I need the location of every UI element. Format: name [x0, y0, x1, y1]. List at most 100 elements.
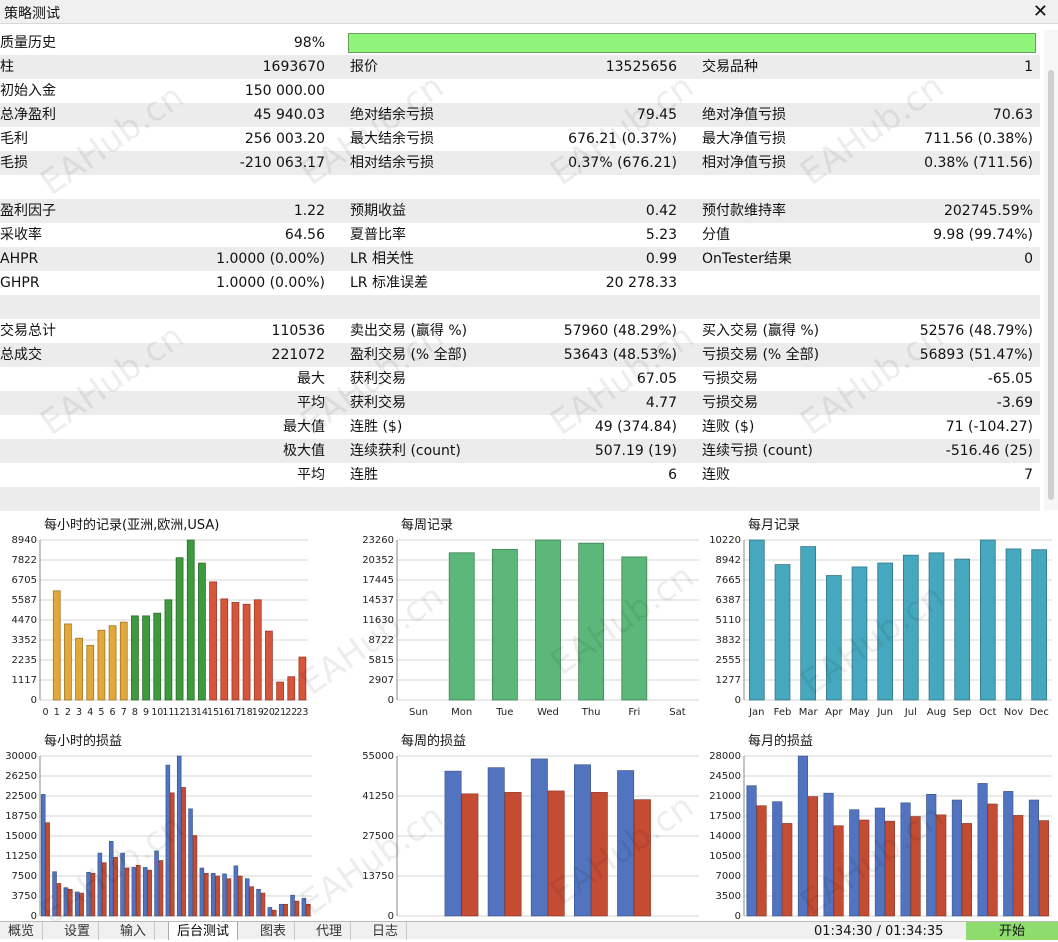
stat-value: 0.38% (711.56) — [924, 155, 1033, 171]
y-tick-label: 11630 — [362, 615, 394, 626]
x-tick-label: Tue — [495, 707, 513, 718]
bar — [97, 852, 103, 917]
bar — [131, 867, 137, 917]
history-quality-bar — [348, 33, 1036, 53]
stat-value: 0.37% (676.21) — [568, 155, 677, 171]
x-tick-label: 4 — [87, 707, 93, 718]
stat-value: 70.63 — [992, 107, 1033, 123]
stat-value: 64.56 — [284, 227, 325, 243]
x-tick-label: Sep — [953, 707, 972, 718]
stats-row: 盈利因子 1.22 预期收益 0.42 预付款维持率 202745.59% — [0, 199, 1040, 223]
y-tick-label: 27500 — [362, 831, 394, 842]
y-tick-label: 0 — [31, 695, 37, 706]
stat-value: 0.42 — [645, 203, 677, 219]
stat-label: 盈利因子 — [0, 203, 56, 219]
bar — [119, 621, 128, 701]
stats-row: 极大值 连续获利 (count) 507.19 (19) 连续亏损 (count) -5… — [0, 439, 1040, 463]
y-tick-label: 7822 — [12, 555, 37, 566]
stats-row: 最大 获利交易 67.05 亏损交易 -65.05 — [0, 367, 1040, 391]
stats-row: 最大值 连胜 ($) 49 (374.84) 连败 ($) 71 (-104.27) — [0, 415, 1040, 439]
y-tick-label: 26250 — [5, 771, 37, 782]
bar — [748, 539, 765, 701]
bottom-tabs: 01:34:30 / 01:34:35 开始 概览 设置 输入 后台测试 图表 代理 日志 — [0, 921, 1058, 940]
bar — [210, 873, 216, 917]
y-tick-label: 7500 — [12, 871, 37, 882]
stats-table: 质量历史 98% 柱 1693670 报价 13525656 交易品种 1 初始入金 150 00… — [0, 31, 1040, 511]
stat-label: 卖出交易 (赢得 %) — [350, 323, 468, 339]
chart-1: 每小时的记录(亚洲,欧洲,USA) 0 1117 2235 3352 4470 5587 67… — [0, 508, 352, 718]
stat-label: 最大结余亏损 — [350, 131, 434, 147]
y-tick-label: 1117 — [12, 675, 37, 686]
bar — [877, 562, 894, 701]
y-tick-label: 2907 — [369, 675, 394, 686]
bar — [884, 820, 895, 917]
bar — [153, 612, 162, 701]
bar — [120, 852, 125, 917]
chart-4: 每小时的损益 0 3750 7500 11250 15000 18750 22500 26250… — [0, 724, 352, 934]
stat-label: 采收率 — [0, 227, 42, 243]
bar — [1038, 820, 1049, 917]
tab-0[interactable]: 概览 — [0, 922, 44, 940]
stat-label: 相对结余亏损 — [350, 155, 434, 171]
bar — [306, 903, 311, 917]
chart-svg: 0 1277 2555 3832 5110 6387 7665 8942 10220 Jan Feb… — [709, 535, 1052, 718]
tab-6[interactable]: 日志 — [364, 922, 408, 940]
bar — [158, 860, 164, 917]
bar — [272, 909, 277, 917]
stat-label: 连胜 ($) — [350, 419, 403, 435]
bar — [290, 894, 295, 917]
bar — [535, 539, 561, 701]
bar — [283, 903, 288, 917]
tab-1[interactable]: 设置 — [56, 922, 100, 940]
start-button[interactable]: 开始 — [966, 922, 1058, 940]
stat-value: -210 063.17 — [239, 155, 325, 171]
x-tick-label: 8 — [132, 707, 138, 718]
bar — [926, 793, 937, 917]
stats-row: 质量历史 98% — [0, 31, 1040, 55]
stat-label: 亏损交易 (% 全部) — [702, 347, 820, 363]
chart-svg: 035007000105001400017500210002450028000J… — [709, 751, 1052, 934]
y-tick-label: 13750 — [362, 871, 394, 882]
tab-4[interactable]: 图表 — [252, 922, 296, 940]
close-icon[interactable]: ✕ — [1033, 1, 1048, 22]
chart-3: 每月记录 0 1277 2555 3832 5110 6387 7665 8942 10220 Ja… — [704, 508, 1058, 718]
y-tick-label: 17445 — [362, 575, 394, 586]
tab-2[interactable]: 输入 — [112, 922, 156, 940]
bar — [226, 878, 232, 917]
stat-value: 1693670 — [262, 59, 325, 75]
bar — [231, 602, 240, 701]
bar — [265, 630, 273, 701]
scrollbar[interactable] — [1044, 30, 1058, 510]
stat-label: 总净盈利 — [0, 107, 56, 123]
stat-value: 49 (374.84) — [594, 419, 677, 435]
x-tick-label: Aug — [927, 707, 947, 718]
bar — [260, 892, 266, 917]
bar — [204, 873, 209, 917]
bar — [461, 793, 479, 917]
bar — [242, 603, 251, 701]
stat-value: 221072 — [271, 347, 325, 363]
bar — [807, 796, 818, 917]
y-tick-label: 0 — [388, 695, 394, 706]
chart-svg: 0111722353352447055876705782289400 1 2 3 4 5 6… — [12, 535, 309, 718]
stat-value: 平均 — [297, 467, 325, 483]
bar — [192, 835, 198, 917]
stat-value: 13525656 — [605, 59, 677, 75]
stats-row: AHPR 1.0000 (0.00%) LR 相关性 0.99 OnTester结果 0 — [0, 247, 1040, 271]
tab-3[interactable]: 后台测试 — [168, 922, 239, 940]
y-tick-label: 8722 — [369, 635, 394, 646]
stat-label: 亏损交易 — [702, 395, 758, 411]
elapsed-time: 01:34:30 / 01:34:35 — [814, 924, 944, 939]
bar — [574, 764, 591, 917]
chart-2: 每周记录 0 2907 5815 8722 11630 14537 17445 20352 232… — [352, 508, 704, 718]
stat-value: 9.98 (99.74%) — [933, 227, 1033, 243]
stats-row — [0, 175, 1040, 199]
y-tick-label: 21000 — [709, 791, 741, 802]
tab-5[interactable]: 代理 — [308, 922, 352, 940]
scrollbar-thumb[interactable] — [1048, 70, 1054, 500]
bar — [222, 873, 227, 917]
stat-value: 1.22 — [293, 203, 325, 219]
bar — [113, 857, 118, 917]
bar — [68, 889, 73, 917]
bar — [40, 794, 46, 917]
